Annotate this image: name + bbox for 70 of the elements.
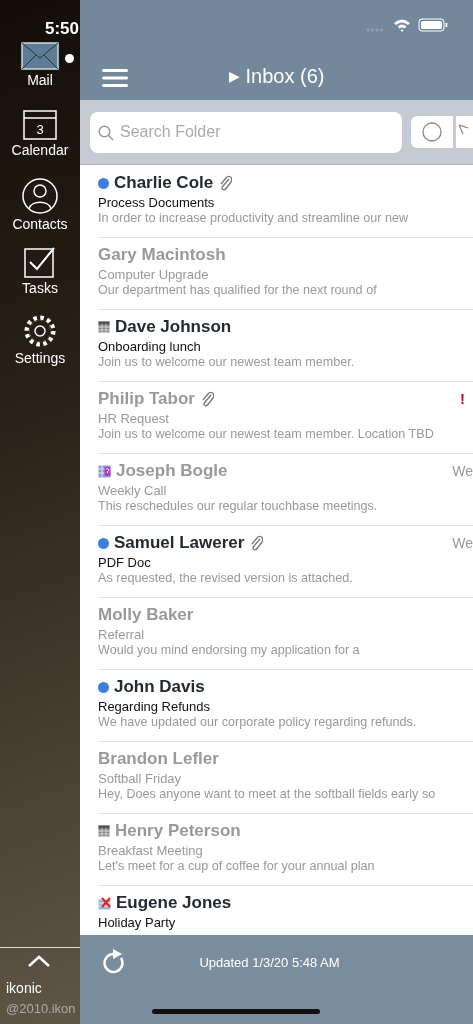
message-subject: PDF Doc (98, 555, 152, 571)
calendar-icon: 3 (23, 110, 57, 140)
message-subject: Computer Upgrade (98, 267, 210, 283)
filter-button[interactable] (455, 116, 473, 148)
message-preview: Our department has qualified for the next round of (98, 283, 378, 298)
sender-name: Gary Macintosh (98, 244, 226, 267)
chevron-up-icon[interactable] (27, 953, 51, 968)
message-preview: Would you mind endorsing my application for a (98, 643, 361, 658)
message-date: We (452, 533, 473, 553)
message-preview: Join us to welcome our newest team member. (98, 355, 356, 370)
search-field[interactable]: Search Folder (90, 111, 402, 153)
sender-name: Charlie Cole (114, 172, 214, 195)
message-row[interactable]: Samuel Lawerer We PDF Doc As requested, the revised version is attached. (80, 525, 473, 597)
sidebar-tab[interactable]: Tasks (0, 246, 80, 314)
wifi-icon (393, 18, 411, 32)
message-date: We (452, 461, 473, 481)
message-preview: Let's meet for a cup of coffee for your annual plan (98, 859, 376, 874)
sidebar-tab[interactable]: Settings (0, 314, 80, 382)
message-subject: Breakfast Meeting (98, 843, 204, 859)
search-icon (98, 124, 114, 141)
sender-name: Brandon Lefler (98, 748, 219, 771)
message-subject: Process Documents (98, 195, 216, 211)
message-preview: Hey, Does anyone want to meet at the softball fields early so (98, 787, 437, 802)
calendar-icon (98, 321, 110, 333)
meeting-icon (98, 464, 111, 478)
cancelled-meeting-icon (98, 896, 111, 910)
menu-icon[interactable] (102, 68, 128, 88)
sender-name: Eugene Jones (116, 892, 232, 915)
contacts-icon (21, 178, 59, 214)
message-preview: In order to increase productivity and streamline our new (98, 211, 410, 226)
message-subject: Holiday Party (98, 915, 177, 931)
sender-name: Henry Peterson (115, 820, 241, 843)
message-subject: Onboarding lunch (98, 339, 202, 355)
message-subject: Weekly Call (98, 483, 168, 499)
sidebar-tab[interactable]: Mail (0, 42, 80, 110)
circle-icon (422, 122, 442, 142)
app-name: ikonic (6, 978, 43, 998)
message-subject: HR Request (98, 411, 170, 427)
message-row[interactable]: Charlie Cole Process Documents In order to increase productivity and streamline our new (80, 165, 473, 237)
message-preview: As requested, the revised version is attached. (98, 571, 354, 586)
filter-button[interactable] (411, 116, 453, 148)
checkbox-icon (24, 246, 56, 278)
message-preview: Join us to welcome our newest team member. Location TBD (98, 427, 435, 442)
refresh-icon[interactable] (102, 949, 126, 975)
settings-icon (23, 314, 57, 348)
message-row[interactable]: Dave Johnson Onboarding lunch Join us to welcome our newest team member. (80, 309, 473, 381)
sidebar-tab[interactable]: Contacts (0, 178, 80, 246)
message-preview: This reschedules our regular touchbase meetings. (98, 499, 379, 514)
status-time: 5:50 (45, 18, 80, 40)
message-row[interactable]: Eugene Jones Holiday Party (80, 885, 473, 935)
mail-icon (21, 42, 59, 70)
sender-name: John Davis (114, 676, 205, 699)
update-status: Updated 1/3/20 5:48 AM (199, 954, 341, 972)
message-preview: We have updated our corporate policy regarding refunds. (98, 715, 418, 730)
message-subject: Regarding Refunds (98, 699, 212, 715)
sender-name: Molly Baker (98, 604, 194, 627)
battery-icon (418, 18, 448, 32)
message-subject: Referral (98, 627, 146, 643)
folder-title[interactable]: ▶ Inbox (6) (228, 64, 373, 88)
sender-name: Philip Tabor (98, 388, 195, 411)
priority-mark: ! (460, 388, 465, 409)
message-row[interactable]: Philip Tabor ! HR Request Join us to welcome our newest team member. Location TBD (80, 381, 473, 453)
message-subject: Softball Friday (98, 771, 183, 787)
copyright-text: @2010.ikon (6, 999, 77, 1018)
sender-name: Samuel Lawerer (114, 532, 245, 555)
message-row[interactable]: John Davis Regarding Refunds We have updated our corporate policy regarding refunds. (80, 669, 473, 741)
calendar-icon (98, 825, 110, 837)
sender-name: Dave Johnson (115, 316, 232, 339)
sender-name: Joseph Bogle (116, 460, 228, 483)
sidebar-tab[interactable]: 3 Calendar (0, 110, 80, 178)
